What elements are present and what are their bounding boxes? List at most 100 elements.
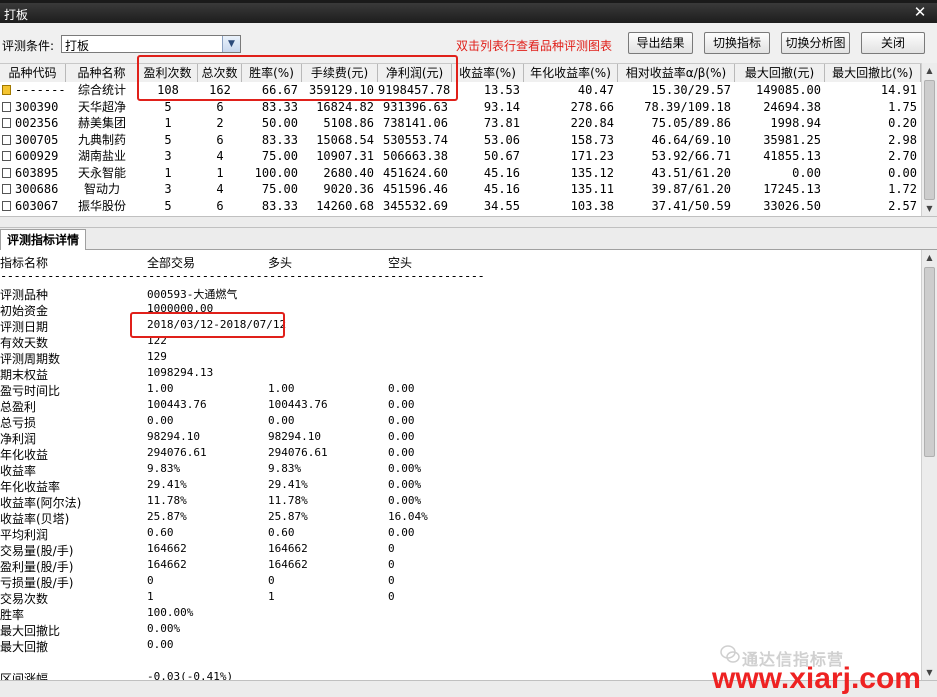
scroll-thumb[interactable] — [924, 267, 935, 457]
cell-maxdd: 33026.50 — [763, 198, 821, 213]
table-row[interactable]: 603895 天永智能 1 1 100.00 2680.40 451624.60 45.16 1… — [0, 165, 921, 182]
col-return[interactable]: 收益率(%) — [452, 64, 524, 83]
detail-value-short: 0 — [388, 558, 395, 571]
scroll-up-icon[interactable]: ▲ — [922, 250, 937, 265]
title-bar: 打板 ✕ — [0, 3, 937, 23]
condition-label: 评测条件: — [2, 39, 55, 53]
close-button[interactable]: 关闭 — [861, 32, 925, 54]
col-ddratio[interactable]: 最大回撤比(%) — [825, 64, 921, 83]
condition-select[interactable]: 打板 ▼ — [61, 35, 241, 53]
cell-profit: 506663.38 — [382, 149, 448, 163]
detail-metric-name: 亏损量(股/手) — [0, 576, 74, 590]
header-divider: ----------------------------------------… — [0, 269, 485, 283]
table-row[interactable]: 002356 赫美集团 1 2 50.00 5108.86 738141.06 73.81 22… — [0, 115, 921, 132]
col-profit[interactable]: 净利润(元) — [378, 64, 452, 83]
col-maxdd[interactable]: 最大回撤(元) — [735, 64, 825, 83]
col-code[interactable]: 品种代码 — [0, 64, 66, 83]
scroll-down-icon[interactable]: ▼ — [922, 665, 937, 680]
cell-code: ------- — [15, 83, 66, 97]
details-panel: 指标名称 全部交易 多头 空头 ------------------------… — [0, 250, 921, 680]
chevron-down-icon[interactable]: ▼ — [222, 36, 240, 52]
table-row[interactable]: 300705 九典制药 5 6 83.33 15068.54 530553.74 53.06 1… — [0, 132, 921, 149]
col-winrate[interactable]: 胜率(%) — [242, 64, 302, 83]
table-row[interactable]: 603067 振华股份 5 6 83.33 14260.68 345532.69 34.55 1… — [0, 198, 921, 215]
table-row[interactable]: 300686 智动力 3 4 75.00 9020.36 451596.46 45.16 135… — [0, 181, 921, 198]
hint-text: 双击列表行查看品种评测图表 — [456, 39, 613, 53]
detail-metric-name: 初始资金 — [0, 304, 49, 318]
detail-value-all: 122 — [147, 334, 167, 347]
col-fee[interactable]: 手续费(元) — [302, 64, 378, 83]
switch-chart-button[interactable]: 切换分析图 — [781, 32, 850, 54]
col-annual[interactable]: 年化收益率(%) — [524, 64, 618, 83]
cell-ddratio: 2.98 — [888, 132, 917, 147]
cell-total: 6 — [216, 198, 224, 213]
export-button[interactable]: 导出结果 — [628, 32, 693, 54]
cell-maxdd: 1998.94 — [770, 116, 821, 130]
detail-metric-name: 年化收益 — [0, 448, 49, 462]
switch-indicator-button[interactable]: 切换指标 — [704, 32, 770, 54]
detail-value-all: 98294.10 — [147, 430, 200, 443]
cell-total: 6 — [216, 99, 224, 114]
cell-name: 综合统计 — [77, 83, 126, 97]
detail-value-long: 98294.10 — [268, 430, 321, 443]
cell-total: 4 — [216, 149, 224, 163]
scroll-up-icon[interactable]: ▲ — [922, 63, 937, 78]
cell-ddratio: 1.72 — [888, 182, 917, 196]
detail-value-all: 164662 — [147, 558, 187, 571]
cell-maxdd: 24694.38 — [763, 99, 821, 114]
detail-metric-name: 总盈利 — [0, 400, 37, 414]
detail-row: 平均利润 0.60 0.60 0.00 — [0, 526, 921, 542]
cell-winrate: 83.33 — [261, 198, 298, 213]
summary-row[interactable]: ------- 综合统计 108 162 66.67 359129.10 9198457.7… — [0, 82, 921, 99]
table-row[interactable]: 300390 天华超净 5 6 83.33 16824.82 931396.63 93.14 2… — [0, 99, 921, 116]
detail-row: 有效天数 122 — [0, 334, 921, 350]
cell-ddratio: 14.91 — [880, 83, 917, 97]
cell-annual: 135.11 — [570, 182, 614, 196]
col-alphabeta[interactable]: 相对收益率α/β(%) — [618, 64, 735, 83]
cell-name: 湖南盐业 — [77, 149, 126, 163]
detail-row: 期末权益 1098294.13 — [0, 366, 921, 382]
watermark-site: www.xiarj.com — [712, 662, 921, 695]
detail-row: 收益率(阿尔法) 11.78% 11.78% 0.00% — [0, 494, 921, 510]
detail-value-short: 0.00 — [388, 382, 415, 395]
detail-value-long: 9.83% — [268, 462, 302, 475]
cell-ddratio: 2.57 — [888, 198, 917, 213]
cell-annual: 40.47 — [577, 83, 614, 97]
scroll-thumb[interactable] — [924, 80, 935, 200]
detail-value-all: 9.83% — [147, 462, 181, 475]
col-total[interactable]: 总次数 — [198, 64, 242, 83]
close-icon[interactable]: ✕ — [909, 3, 931, 21]
cell-name: 天永智能 — [77, 165, 126, 180]
detail-row: 总盈利 100443.76 100443.76 0.00 — [0, 398, 921, 414]
cell-profit: 9198457.78 — [378, 83, 451, 97]
cell-winrate: 83.33 — [261, 132, 298, 147]
detail-metric-name: 盈亏时间比 — [0, 384, 61, 398]
col-name[interactable]: 品种名称 — [66, 64, 138, 83]
cell-ret: 34.55 — [483, 198, 520, 213]
cell-total: 1 — [216, 165, 224, 180]
detail-value-all: 0.60 — [147, 526, 174, 539]
cell-fee: 15068.54 — [316, 132, 374, 147]
tab-indicator-details[interactable]: 评测指标详情 — [0, 229, 86, 250]
cell-fee: 5108.86 — [323, 116, 374, 130]
cell-winrate: 75.00 — [261, 182, 298, 196]
detail-row: 交易量(股/手) 164662 164662 0 — [0, 542, 921, 558]
detail-row: 收益率 9.83% 9.83% 0.00% — [0, 462, 921, 478]
wechat-icon — [720, 645, 740, 663]
detail-row: 盈亏时间比 1.00 1.00 0.00 — [0, 382, 921, 398]
detail-row: 年化收益 294076.61 294076.61 0.00 — [0, 446, 921, 462]
panel-splitter[interactable] — [0, 216, 937, 228]
detail-value-all: 1000000.00 — [147, 302, 214, 315]
detail-metric-name: 评测周期数 — [0, 352, 61, 366]
table-row[interactable]: 600929 湖南盐业 3 4 75.00 10907.31 506663.38 50.67 1… — [0, 148, 921, 165]
col-wins[interactable]: 盈利次数 — [138, 64, 198, 83]
cell-annual: 278.66 — [570, 99, 614, 114]
cell-fee: 359129.10 — [308, 83, 374, 97]
scroll-down-icon[interactable]: ▼ — [922, 201, 937, 216]
cell-annual: 135.12 — [570, 165, 614, 180]
cell-total: 162 — [209, 83, 231, 97]
table-scrollbar[interactable]: ▲ ▼ — [921, 63, 937, 216]
cell-winrate: 50.00 — [261, 116, 298, 130]
details-scrollbar[interactable]: ▲ ▼ — [921, 250, 937, 680]
detail-value-all: 1098294.13 — [147, 366, 214, 379]
